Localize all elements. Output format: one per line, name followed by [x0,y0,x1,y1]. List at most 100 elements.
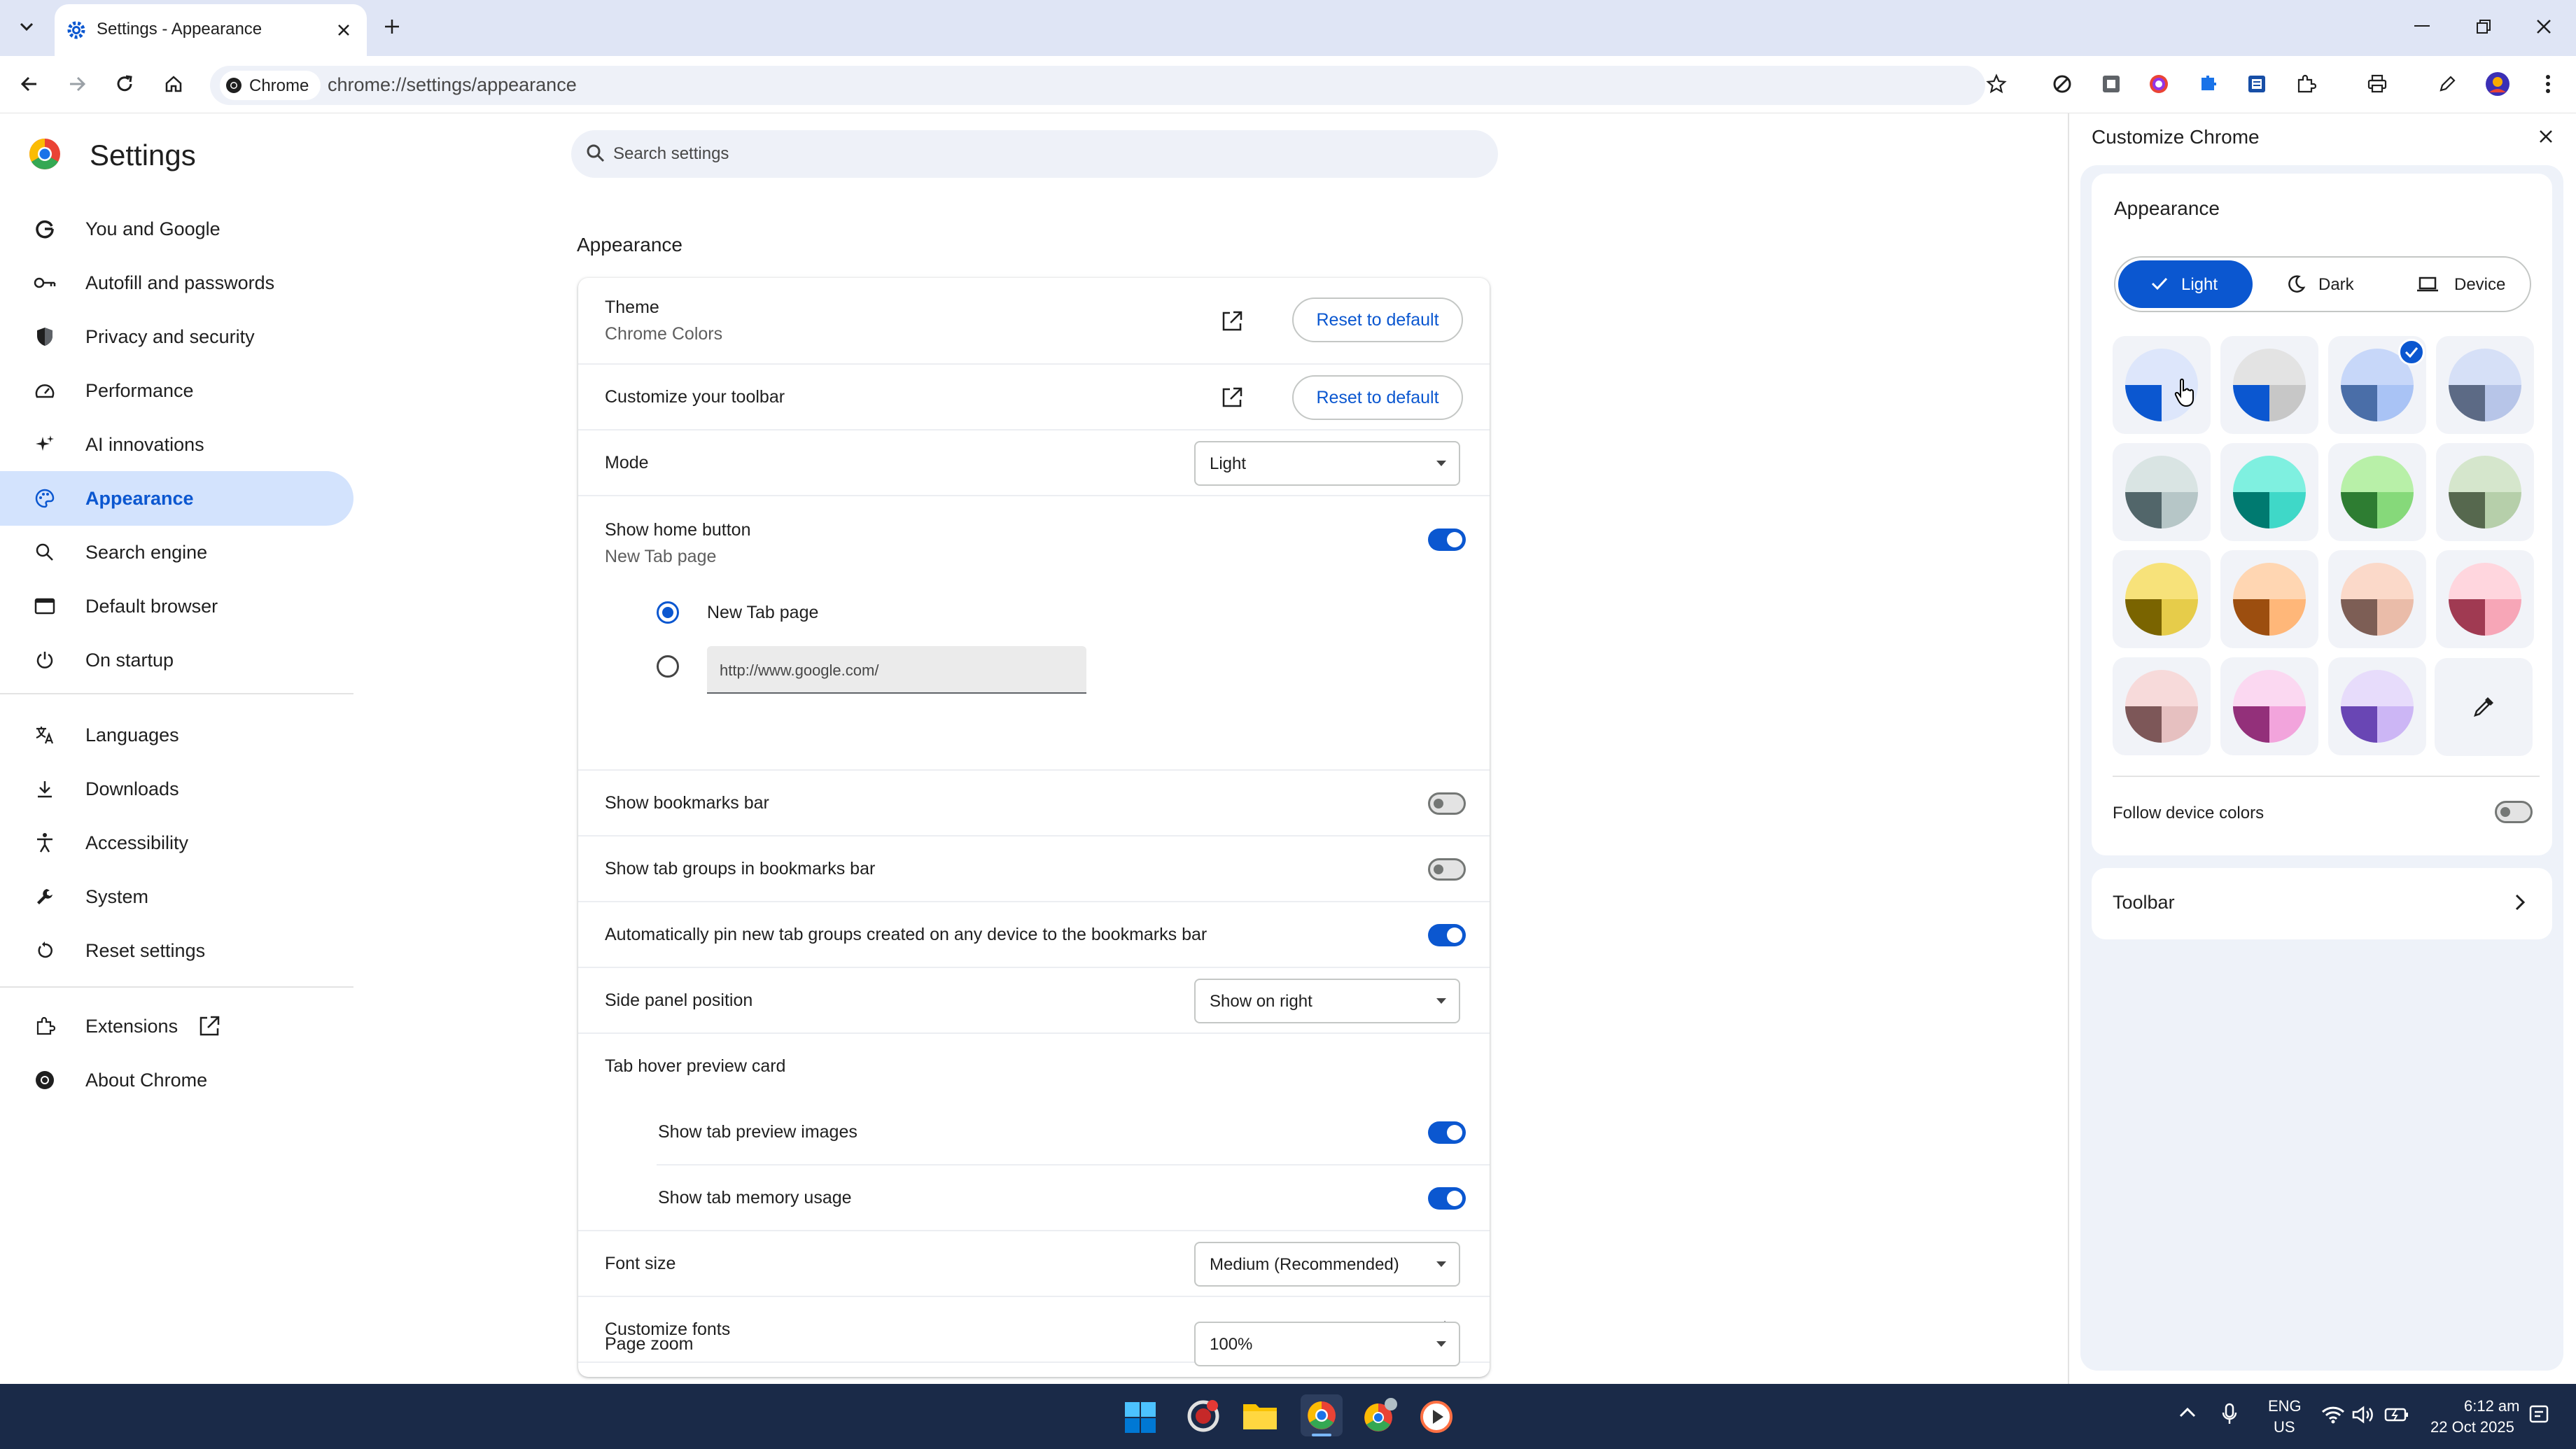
color-swatch[interactable] [2220,657,2318,755]
restore-icon[interactable] [2470,13,2498,41]
color-swatch[interactable] [2113,443,2211,541]
tab-search-icon[interactable] [13,13,41,41]
screenshot-extension-icon[interactable] [2097,70,2125,98]
file-explorer-icon[interactable] [1242,1400,1278,1432]
nav-on-startup[interactable]: On startup [0,633,354,687]
tab-settings[interactable]: Settings - Appearance [55,4,367,56]
chrome-profile-taskbar-icon[interactable] [1361,1397,1399,1435]
blocker-extension-icon[interactable] [2048,70,2076,98]
theme-reset-button[interactable]: Reset to default [1292,298,1463,342]
nav-system[interactable]: System [0,869,354,924]
chrome-taskbar-icon[interactable] [1301,1394,1343,1436]
extensions-puzzle-icon[interactable] [2292,70,2320,98]
site-chip[interactable]: Chrome [220,71,321,100]
toolbar-panel-row[interactable]: Toolbar [2092,868,2552,939]
mode-device-button[interactable]: Device [2397,260,2527,308]
back-icon[interactable] [15,70,43,98]
volume-icon[interactable] [2352,1406,2376,1425]
auto-pin-toggle[interactable] [1428,924,1466,946]
follow-device-toggle[interactable] [2495,801,2533,823]
mode-dropdown[interactable]: Light [1194,441,1460,486]
search-settings-input[interactable]: Search settings [571,130,1498,178]
clock-date[interactable]: 22 Oct 2025 [2430,1418,2514,1436]
reader-extension-icon[interactable] [2243,70,2271,98]
nav-default-browser[interactable]: Default browser [0,579,354,634]
region-label[interactable]: US [2274,1418,2295,1436]
color-swatch[interactable] [2436,443,2534,541]
custom-color-swatch[interactable] [2435,658,2533,756]
bookmark-star-icon[interactable] [1982,70,2010,98]
nav-extensions[interactable]: Extensions [0,999,354,1054]
color-picker-extension-icon[interactable] [2145,70,2173,98]
close-tab-icon[interactable] [332,18,356,42]
nav-autofill[interactable]: Autofill and passwords [0,255,354,310]
edit-pen-icon[interactable] [2433,70,2461,98]
open-in-new-icon[interactable] [1218,384,1246,412]
nav-privacy[interactable]: Privacy and security [0,309,354,364]
page-zoom-dropdown[interactable]: 100% [1194,1322,1460,1366]
follow-device-label: Follow device colors [2113,804,2264,822]
nav-search-engine[interactable]: Search engine [0,525,354,580]
minimize-icon[interactable] [2408,13,2436,41]
microphone-icon[interactable] [2222,1403,2241,1427]
forward-icon[interactable] [63,70,91,98]
nav-reset-settings[interactable]: Reset settings [0,923,354,978]
puzzle-blue-extension-icon[interactable] [2194,70,2222,98]
print-icon[interactable] [2363,70,2391,98]
color-swatch[interactable] [2220,443,2318,541]
color-swatch[interactable] [2113,550,2211,648]
language-label[interactable]: ENG [2268,1397,2302,1415]
radio-custom-url[interactable] [657,655,679,678]
customize-toolbar-row[interactable]: Customize your toolbar Reset to default [578,365,1490,430]
nav-you-and-google[interactable]: You and Google [0,202,354,256]
chevron-right-icon [2514,893,2528,914]
memory-usage-toggle[interactable] [1428,1187,1466,1210]
chevron-up-icon[interactable] [2178,1407,2198,1424]
reload-icon[interactable] [111,70,139,98]
color-swatch[interactable] [2220,550,2318,648]
bookmarks-bar-toggle[interactable] [1428,792,1466,815]
nav-downloads[interactable]: Downloads [0,762,354,816]
nav-about-chrome[interactable]: About Chrome [0,1053,354,1107]
open-in-new-icon[interactable] [1218,307,1246,335]
color-swatch[interactable] [2328,336,2426,434]
nav-accessibility[interactable]: Accessibility [0,816,354,870]
wifi-icon[interactable] [2321,1406,2346,1425]
home-icon[interactable] [160,70,188,98]
font-size-dropdown[interactable]: Medium (Recommended) [1194,1242,1460,1287]
app-taskbar-icon[interactable] [1186,1399,1221,1434]
color-swatch[interactable] [2220,336,2318,434]
preview-images-toggle[interactable] [1428,1121,1466,1144]
mode-light-button[interactable]: Light [2118,260,2253,308]
windows-start-icon[interactable] [1124,1401,1156,1434]
color-swatch[interactable] [2328,443,2426,541]
mode-dark-button[interactable]: Dark [2265,260,2393,308]
clock-time[interactable]: 6:12 am [2464,1397,2520,1415]
toolbar-reset-button[interactable]: Reset to default [1292,375,1463,420]
close-window-icon[interactable] [2530,13,2558,41]
radio-new-tab[interactable] [657,601,679,624]
color-swatch[interactable] [2328,550,2426,648]
new-tab-icon[interactable] [378,13,406,41]
side-panel-dropdown[interactable]: Show on right [1194,979,1460,1023]
swatch-preview [2341,456,2414,528]
tab-groups-toggle[interactable] [1428,858,1466,881]
color-swatch[interactable] [2436,336,2534,434]
nav-appearance[interactable]: Appearance [0,471,354,526]
battery-icon[interactable] [2384,1406,2409,1425]
nav-ai-innovations[interactable]: AI innovations [0,417,354,472]
profile-avatar-icon[interactable] [2484,70,2512,98]
color-swatch[interactable] [2113,336,2211,434]
close-panel-icon[interactable] [2534,125,2558,148]
menu-kebab-icon[interactable] [2534,70,2562,98]
media-player-icon[interactable] [1420,1400,1453,1434]
home-button-toggle[interactable] [1428,528,1466,551]
color-swatch[interactable] [2328,657,2426,755]
nav-languages[interactable]: Languages [0,708,354,762]
custom-url-input[interactable]: http://www.google.com/ [707,646,1086,694]
notification-icon[interactable] [2528,1404,2551,1427]
nav-performance[interactable]: Performance [0,363,354,418]
color-swatch[interactable] [2436,550,2534,648]
url-text[interactable]: chrome://settings/appearance [328,74,577,96]
color-swatch[interactable] [2113,657,2211,755]
